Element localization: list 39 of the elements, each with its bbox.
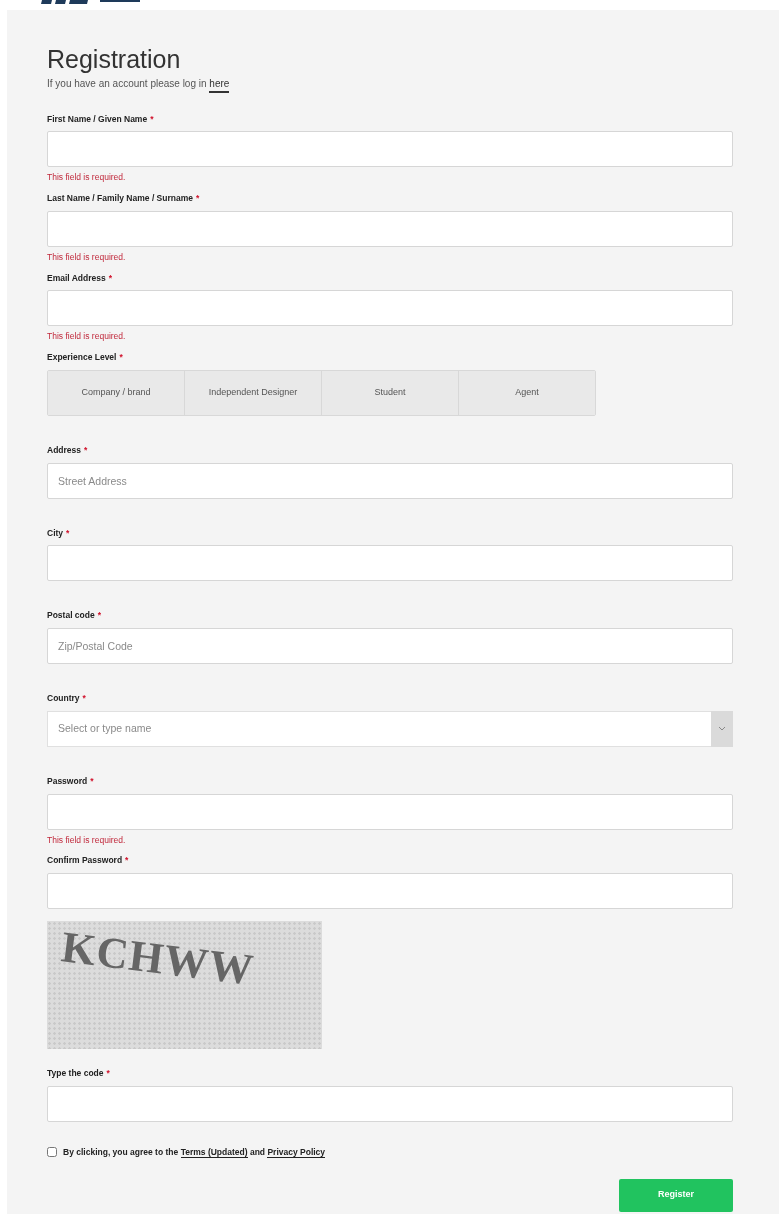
country-select-field[interactable]: Select or type name	[47, 710, 711, 747]
option-button[interactable]: Independent Designer	[185, 370, 322, 415]
field-label: Confirm Password *	[47, 854, 130, 867]
option-button[interactable]: Company / brand	[48, 370, 185, 415]
option-button[interactable]: Student	[322, 370, 459, 415]
input-field[interactable]	[47, 131, 733, 168]
input-field[interactable]	[47, 545, 733, 582]
field-label: Address *	[47, 443, 89, 457]
login-link[interactable]: here	[209, 77, 230, 93]
field-label: Last Name / Family Name / Surname *	[47, 192, 201, 205]
captcha-text: KCHWW	[59, 925, 257, 993]
password-field[interactable]	[47, 873, 733, 909]
login-prompt: If you have an account please log in here	[47, 75, 733, 91]
input-field[interactable]: Street Address	[47, 462, 733, 499]
checkbox[interactable]	[47, 1147, 57, 1158]
input-field[interactable]	[47, 290, 733, 327]
option-button[interactable]: Agent	[459, 370, 595, 415]
field-label: First Name / Given Name *	[47, 112, 155, 126]
field-label: Type the code *	[47, 1067, 111, 1080]
password-field[interactable]	[47, 793, 733, 830]
field-label: Experience Level *	[47, 351, 124, 364]
field-label: Country *	[47, 692, 87, 705]
chevron-down-icon	[718, 726, 726, 732]
input-field[interactable]	[47, 210, 733, 247]
error-message: This field is required.	[47, 833, 127, 847]
error-message: This field is required.	[47, 330, 127, 343]
field-label: Postal code *	[47, 609, 103, 622]
field-label: Email Address *	[47, 271, 114, 285]
field-label: City *	[47, 526, 71, 540]
error-message: This field is required.	[47, 250, 127, 264]
dropdown-button[interactable]	[711, 710, 733, 747]
input-field[interactable]: Zip/Postal Code	[47, 628, 733, 664]
input-field[interactable]	[47, 1085, 733, 1122]
page-title: Registration	[47, 46, 182, 74]
error-message: This field is required.	[47, 171, 127, 184]
terms-link[interactable]: Terms (Updated)	[180, 1146, 248, 1158]
agreement-text: By clicking, you agree to the Terms (Updated) and Privacy Policy	[63, 1145, 326, 1159]
field-label: Password *	[47, 774, 95, 788]
terms-link[interactable]: Privacy Policy	[267, 1146, 326, 1158]
